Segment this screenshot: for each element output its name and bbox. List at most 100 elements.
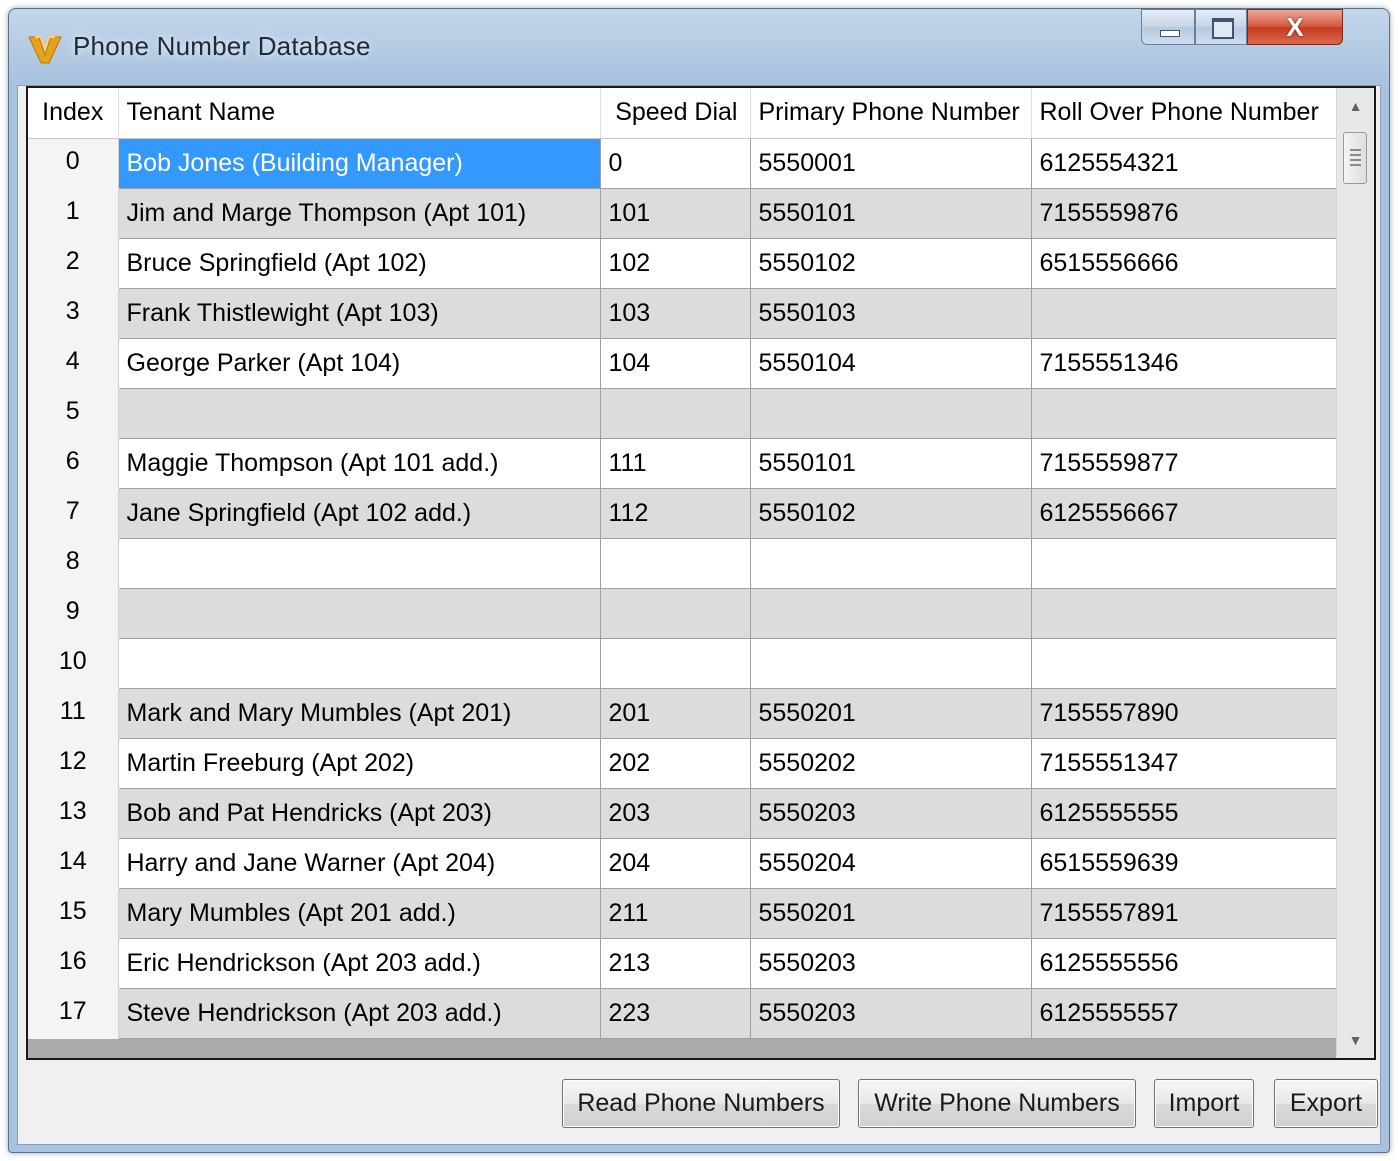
row-index-cell[interactable]: 8 [28, 538, 119, 589]
tenant-name-cell[interactable]: George Parker (Apt 104) [118, 338, 601, 389]
rollover-phone-cell[interactable]: 6515556666 [1031, 238, 1337, 289]
row-index-cell[interactable]: 6 [28, 438, 119, 489]
rollover-phone-cell[interactable]: 6125555555 [1031, 788, 1337, 839]
table-row[interactable]: 13 Bob and Pat Hendricks (Apt 203) 203 5550… [28, 788, 1337, 839]
rollover-phone-cell[interactable] [1031, 538, 1337, 589]
rollover-phone-cell[interactable]: 6125554321 [1031, 138, 1337, 189]
scrollbar-thumb[interactable] [1343, 132, 1367, 184]
speed-dial-cell[interactable] [600, 388, 751, 439]
speed-dial-cell[interactable]: 101 [600, 188, 751, 239]
primary-phone-cell[interactable] [750, 538, 1032, 589]
speed-dial-cell[interactable] [600, 588, 751, 639]
tenant-name-cell[interactable]: Mary Mumbles (Apt 201 add.) [118, 888, 601, 939]
row-index-cell[interactable]: 4 [28, 338, 119, 389]
primary-phone-cell[interactable] [750, 588, 1032, 639]
row-index-cell[interactable]: 1 [28, 188, 119, 239]
primary-phone-cell[interactable]: 5550201 [750, 688, 1032, 739]
primary-phone-cell[interactable]: 5550001 [750, 138, 1032, 189]
table-row[interactable]: 14 Harry and Jane Warner (Apt 204) 204 5550… [28, 838, 1337, 889]
primary-phone-cell[interactable]: 5550102 [750, 488, 1032, 539]
speed-dial-cell[interactable] [600, 538, 751, 589]
speed-dial-cell[interactable]: 204 [600, 838, 751, 889]
tenant-name-cell[interactable]: Eric Hendrickson (Apt 203 add.) [118, 938, 601, 989]
row-index-cell[interactable]: 15 [28, 888, 119, 939]
primary-phone-cell[interactable]: 5550104 [750, 338, 1032, 389]
primary-phone-cell[interactable]: 5550103 [750, 288, 1032, 339]
row-index-cell[interactable]: 17 [28, 988, 119, 1039]
primary-phone-cell[interactable]: 5550203 [750, 788, 1032, 839]
row-index-cell[interactable]: 7 [28, 488, 119, 539]
title-bar[interactable]: Phone Number Database X [9, 9, 1389, 85]
rollover-phone-cell[interactable] [1031, 588, 1337, 639]
write-phone-numbers-button[interactable]: Write Phone Numbers [858, 1079, 1136, 1128]
speed-dial-cell[interactable]: 223 [600, 988, 751, 1039]
primary-phone-cell[interactable]: 5550203 [750, 938, 1032, 989]
primary-phone-cell[interactable]: 5550101 [750, 188, 1032, 239]
tenant-name-cell[interactable]: Bob Jones (Building Manager) [118, 138, 601, 189]
tenant-name-cell[interactable]: Maggie Thompson (Apt 101 add.) [118, 438, 601, 489]
row-index-cell[interactable]: 10 [28, 638, 119, 689]
rollover-phone-cell[interactable] [1031, 388, 1337, 439]
tenant-name-cell[interactable]: Steve Hendrickson (Apt 203 add.) [118, 988, 601, 1039]
column-header-rollover-phone[interactable]: Roll Over Phone Number [1031, 88, 1337, 139]
rollover-phone-cell[interactable]: 7155559876 [1031, 188, 1337, 239]
rollover-phone-cell[interactable]: 7155551347 [1031, 738, 1337, 789]
column-header-speed-dial[interactable]: Speed Dial [600, 88, 751, 139]
row-index-cell[interactable]: 14 [28, 838, 119, 889]
speed-dial-cell[interactable]: 203 [600, 788, 751, 839]
tenant-name-cell[interactable] [118, 638, 601, 689]
row-index-cell[interactable]: 11 [28, 688, 119, 739]
primary-phone-cell[interactable]: 5550202 [750, 738, 1032, 789]
primary-phone-cell[interactable]: 5550203 [750, 988, 1032, 1039]
row-index-cell[interactable]: 12 [28, 738, 119, 789]
table-row[interactable]: 1 Jim and Marge Thompson (Apt 101) 101 5550… [28, 188, 1337, 239]
speed-dial-cell[interactable]: 103 [600, 288, 751, 339]
speed-dial-cell[interactable]: 112 [600, 488, 751, 539]
maximize-button[interactable] [1195, 9, 1247, 45]
rollover-phone-cell[interactable]: 7155559877 [1031, 438, 1337, 489]
table-row[interactable]: 16 Eric Hendrickson (Apt 203 add.) 213 5550… [28, 938, 1337, 989]
table-row[interactable]: 7 Jane Springfield (Apt 102 add.) 112 55501… [28, 488, 1337, 539]
rollover-phone-cell[interactable]: 7155551346 [1031, 338, 1337, 389]
table-row[interactable]: 12 Martin Freeburg (Apt 202) 202 5550202 715… [28, 738, 1337, 789]
speed-dial-cell[interactable] [600, 638, 751, 689]
row-index-cell[interactable]: 5 [28, 388, 119, 439]
table-row[interactable]: 4 George Parker (Apt 104) 104 5550104 715555… [28, 338, 1337, 389]
rollover-phone-cell[interactable]: 7155557890 [1031, 688, 1337, 739]
phone-data-grid[interactable]: Index Tenant Name Speed Dial Primary Pho… [26, 86, 1376, 1060]
speed-dial-cell[interactable]: 102 [600, 238, 751, 289]
table-row[interactable]: 0 Bob Jones (Building Manager) 0 5550001 612… [28, 138, 1337, 189]
row-index-cell[interactable]: 0 [28, 138, 119, 189]
table-row[interactable]: 2 Bruce Springfield (Apt 102) 102 5550102 65… [28, 238, 1337, 289]
column-header-primary-phone[interactable]: Primary Phone Number [750, 88, 1032, 139]
primary-phone-cell[interactable]: 5550201 [750, 888, 1032, 939]
read-phone-numbers-button[interactable]: Read Phone Numbers [562, 1079, 840, 1128]
table-row[interactable]: 17 Steve Hendrickson (Apt 203 add.) 223 555… [28, 988, 1337, 1039]
row-index-cell[interactable]: 16 [28, 938, 119, 989]
export-button[interactable]: Export [1274, 1079, 1378, 1128]
primary-phone-cell[interactable] [750, 638, 1032, 689]
table-row[interactable]: 15 Mary Mumbles (Apt 201 add.) 211 5550201 7… [28, 888, 1337, 939]
tenant-name-cell[interactable] [118, 588, 601, 639]
table-row[interactable]: 11 Mark and Mary Mumbles (Apt 201) 201 5550… [28, 688, 1337, 739]
tenant-name-cell[interactable] [118, 538, 601, 589]
table-row[interactable]: 9 [28, 588, 1337, 639]
tenant-name-cell[interactable] [118, 388, 601, 439]
tenant-name-cell[interactable]: Bruce Springfield (Apt 102) [118, 238, 601, 289]
tenant-name-cell[interactable]: Jim and Marge Thompson (Apt 101) [118, 188, 601, 239]
tenant-name-cell[interactable]: Bob and Pat Hendricks (Apt 203) [118, 788, 601, 839]
table-row[interactable]: 6 Maggie Thompson (Apt 101 add.) 111 555010… [28, 438, 1337, 489]
vertical-scrollbar[interactable]: ▲ ▼ [1336, 88, 1374, 1058]
rollover-phone-cell[interactable]: 7155557891 [1031, 888, 1337, 939]
rollover-phone-cell[interactable]: 6125555556 [1031, 938, 1337, 989]
table-row[interactable]: 10 [28, 638, 1337, 689]
tenant-name-cell[interactable]: Mark and Mary Mumbles (Apt 201) [118, 688, 601, 739]
rollover-phone-cell[interactable]: 6125556667 [1031, 488, 1337, 539]
table-row[interactable]: 3 Frank Thistlewight (Apt 103) 103 5550103 [28, 288, 1337, 339]
minimize-button[interactable] [1141, 9, 1195, 45]
row-index-cell[interactable]: 13 [28, 788, 119, 839]
scroll-up-arrow-icon[interactable]: ▲ [1337, 88, 1374, 124]
row-index-cell[interactable]: 3 [28, 288, 119, 339]
speed-dial-cell[interactable]: 211 [600, 888, 751, 939]
close-button[interactable]: X [1247, 9, 1343, 45]
